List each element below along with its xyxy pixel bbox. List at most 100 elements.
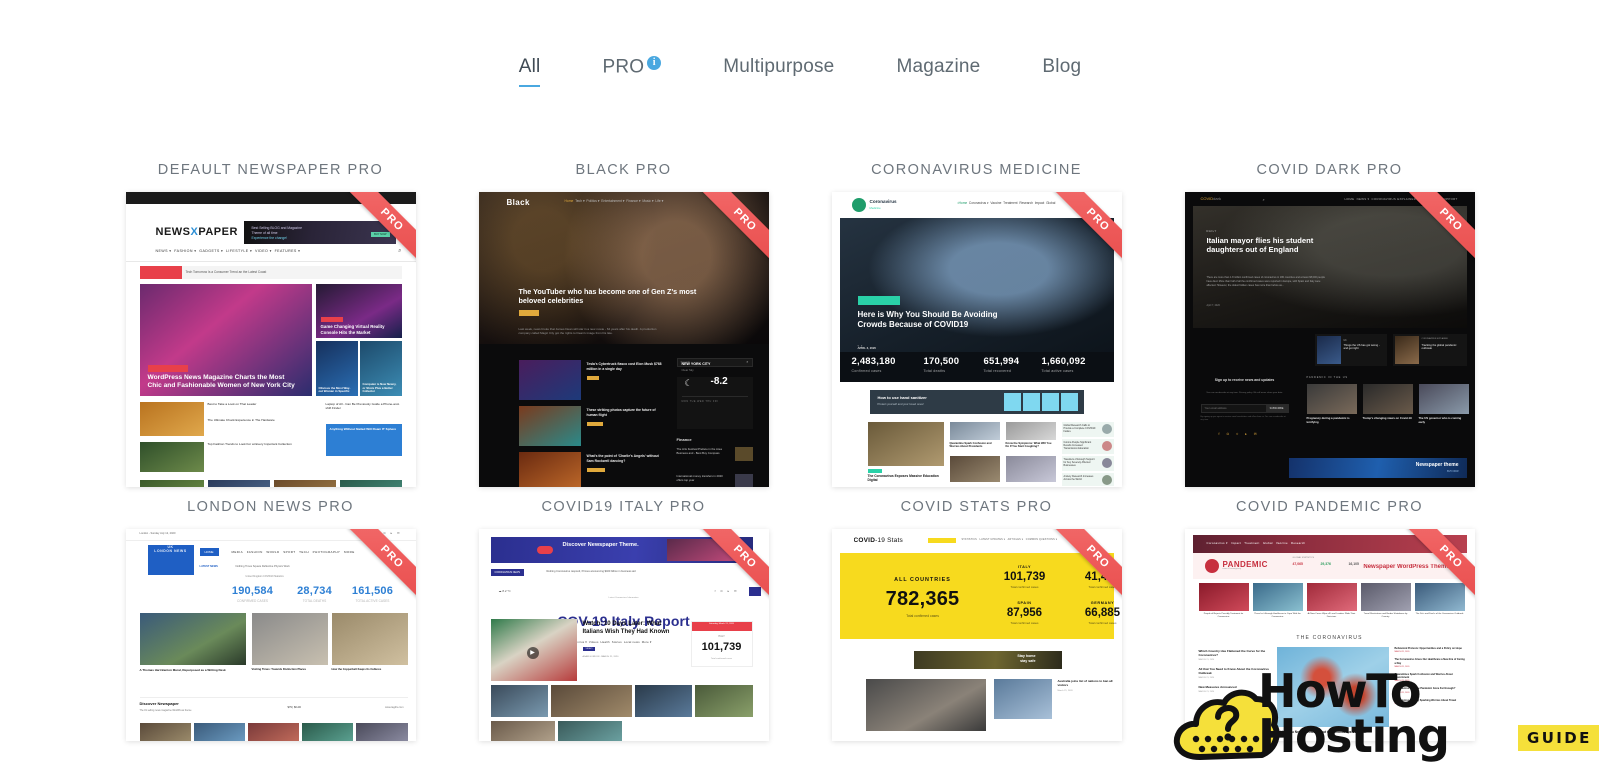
filter-tab-all[interactable]: All: [488, 56, 572, 87]
hero-article[interactable]: Black Home Tech ▾ Politics ▾ Entertainme…: [478, 192, 769, 344]
theme-thumbnail[interactable]: London - Sunday July 12, 2020 f ⊙ ▸ ✉ UK…: [125, 529, 416, 741]
ad-banner[interactable]: Discover Newspaper Theme.: [490, 537, 753, 563]
search-icon[interactable]: ⌕: [746, 359, 748, 364]
hand-sanitizer-banner[interactable]: How to use hand sanitizer Protect yourse…: [869, 390, 1084, 414]
secondary-article[interactable]: Game Changing Virtual Reality Console Hi…: [315, 284, 402, 338]
hero-article[interactable]: Watch: 10 Days Later: What Italians Wish…: [582, 621, 679, 658]
list-item[interactable]: Best to Take a Look on That Leader: [208, 402, 320, 406]
theme-thumbnail[interactable]: Black Home Tech ▾ Politics ▾ Entertainme…: [478, 192, 769, 487]
social-icons[interactable]: f ⊙ ▸ ✉: [378, 531, 402, 535]
list-item[interactable]: The Do's and Don'ts of the Coronavirus O…: [1414, 583, 1465, 616]
theme-thumbnail[interactable]: Coronavirus Medicine •Home Coronavirus ▾…: [831, 192, 1122, 487]
list-item[interactable]: [865, 679, 986, 731]
list-item[interactable]: A Thomas Hart Benton Mural, Repurposed a…: [139, 613, 246, 672]
list-item[interactable]: Coronavirus Gravely Sparking Worries Abo…: [1395, 699, 1467, 705]
list-item[interactable]: [1005, 456, 1056, 482]
filter-tab-pro[interactable]: PRO i: [571, 56, 692, 87]
list-item[interactable]: [139, 402, 204, 436]
list-item[interactable]: Quarantine Spark Confusion and Worries A…: [949, 422, 1000, 452]
list-item[interactable]: The Ultimate Chuck Experience in The Har…: [208, 418, 320, 422]
list-item[interactable]: [993, 679, 1052, 719]
theme-card-default-newspaper-pro[interactable]: DEFAULT NEWSPAPER PRO NEWSXPAPER Best Se…: [98, 150, 443, 487]
list-item[interactable]: Coronavirus Has The Pandemic Gone Far En…: [1395, 687, 1467, 693]
list-item[interactable]: The Coronavirus Gives Our Healthcare a N…: [1395, 658, 1467, 668]
list-item[interactable]: [139, 442, 204, 472]
list-item[interactable]: What's the point of 'Charlie's Angels' w…: [518, 452, 667, 487]
list-item[interactable]: Corona People Significant Results Increa…: [1061, 439, 1114, 454]
list-item[interactable]: Visiting Times: Towards Distinction Plac…: [251, 613, 328, 672]
list-item[interactable]: Laptop of All - Can Be Previously Guide …: [326, 402, 402, 411]
list-item[interactable]: How the Copperbelt Keeps Its Cultures: [331, 613, 408, 672]
play-icon[interactable]: ▶: [526, 647, 539, 659]
social-icons[interactable]: f ⊙ ⌾ ▸ ✉: [1219, 432, 1260, 436]
tile-article-3[interactable]: Obvious the Most Way-out Woman in Specif…: [315, 341, 358, 396]
sidebar-promo[interactable]: Anything Without Nailed Will Roam IT Sph…: [325, 424, 402, 456]
promo-title: Discover Newspaper: [139, 701, 179, 706]
theme-card-black-pro[interactable]: BLACK PRO Black Home Tech ▾ Politics ▾ E…: [451, 150, 796, 487]
list-item[interactable]: CORONAVIRUS EXPLAINED Tracking the globa…: [1392, 334, 1467, 366]
email-field[interactable]: Your email address SUBSCRIBE: [1200, 404, 1289, 413]
list-item[interactable]: Trump's changing views on Covid-19: [1362, 384, 1413, 421]
search-icon[interactable]: ⌕: [1263, 197, 1265, 202]
theme-card-covid-dark-pro[interactable]: COVID DARK PRO COVIDdark ⌕ HOME NEWS ▾ C…: [1157, 150, 1502, 487]
search-icon[interactable]: [748, 587, 761, 596]
list-item[interactable]: Quarantines Spark Confusion and Worries …: [1395, 673, 1467, 683]
list-item[interactable]: There Isn't Enough Healthcare to Cope Wi…: [1252, 583, 1303, 619]
ad-button[interactable]: BUY NOW: [371, 232, 390, 237]
list-item[interactable]: [949, 456, 1000, 482]
list-item[interactable]: Top Fashion Trends to Look For at Every …: [208, 442, 320, 446]
theme-thumbnail[interactable]: COVID-19 Stats STATISTICS LATEST UPDATES…: [831, 529, 1122, 741]
list-item[interactable]: New Measures Announced MARCH 21, 2020: [1199, 685, 1271, 693]
promo-subtitle: BUY NOW: [1447, 470, 1459, 473]
list-item[interactable]: Behavioral Protests: Opportunities and a…: [1395, 647, 1467, 653]
list-item[interactable]: People of Rejects Possibly Treatment for…: [1198, 583, 1249, 619]
theme-card-covid-stats-pro[interactable]: COVID STATS PRO COVID-19 Stats STATISTIC…: [804, 487, 1149, 741]
theme-card-covid-pandemic-pro[interactable]: COVID PANDEMIC PRO Coronavirus ▾ Impact …: [1157, 487, 1502, 741]
carousel-arrows[interactable]: ‹ ›: [858, 343, 863, 348]
list-item[interactable]: The Arts Festival Preface in the Area Bu…: [677, 447, 753, 469]
filter-tab-multipurpose[interactable]: Multipurpose: [692, 56, 865, 87]
nav-item-global[interactable]: [927, 538, 956, 543]
list-item[interactable]: At New Cases Wipe all Local Leaders Wide…: [1306, 583, 1357, 619]
social-icons[interactable]: f ⊙ ▸ ✉: [715, 589, 739, 593]
site-logo: COVID-19 Stats: [854, 537, 903, 544]
list-item[interactable]: Pregnancy during a pandemic is terrifyin…: [1306, 384, 1357, 424]
list-item[interactable]: International money transfers in 2020 of…: [677, 474, 753, 487]
hero-article[interactable]: WordPress News Magazine Charts the Most …: [139, 284, 312, 396]
center-article[interactable]: All that You Need to Know About the Coro…: [1276, 647, 1389, 734]
theme-thumbnail[interactable]: Discover Newspaper Theme. CORONAVIRUS NE…: [478, 529, 769, 741]
filter-tab-blog[interactable]: Blog: [1011, 56, 1112, 87]
list-item[interactable]: Global Research Calls to Provide a Compl…: [1061, 422, 1114, 437]
list-item[interactable]: Australia joins list of nations to ban a…: [1058, 679, 1114, 692]
list-item[interactable]: All that You Need to Know About the Coro…: [1199, 667, 1271, 679]
hero-image[interactable]: ▶: [490, 619, 577, 681]
subscribe-button[interactable]: SUBSCRIBE: [1265, 405, 1288, 412]
the3me-thumbnail[interactable]: Coronavirus ▾ Impact Treatment Global Va…: [1184, 529, 1475, 741]
theme-thumbnail[interactable]: NEWSXPAPER Best Selling BLOG and Magazin…: [125, 192, 416, 487]
hero-article[interactable]: DAILY Italian mayor flies his student da…: [1192, 206, 1467, 328]
search-icon[interactable]: ⌕: [398, 248, 401, 255]
promo-banner[interactable]: Discover Newspaper The #1 selling news m…: [139, 697, 408, 719]
list-item[interactable]: Which Country Has Flattened the Curve fo…: [1199, 649, 1271, 661]
tile-article-4[interactable]: Computer is Now Newry, or Shots Plus a B…: [359, 341, 402, 396]
list-item[interactable]: These striking photos capture the future…: [518, 406, 667, 446]
theme-card-london-news-pro[interactable]: LONDON NEWS PRO London - Sunday July 12,…: [98, 487, 443, 741]
nav-item-home[interactable]: HOME: [199, 548, 219, 556]
stat-label: Total confirmed cases: [906, 614, 939, 618]
list-item[interactable]: Tesla's Cybertruck fiasco cost Elon Musk…: [518, 360, 667, 400]
list-item[interactable]: The Coronavirus Exposes Massive Educatio…: [867, 422, 944, 482]
list-item[interactable]: The US governor who is coming early: [1418, 384, 1469, 424]
filter-tab-magazine[interactable]: Magazine: [865, 56, 1011, 87]
list-item[interactable]: Travel Restrictions and Border Shutdowns…: [1360, 583, 1411, 619]
promo-banner[interactable]: Newspaper theme BUY NOW: [1288, 458, 1467, 478]
theme-card-covid19-italy-pro[interactable]: COVID19 ITALY PRO Discover Newspaper The…: [451, 487, 796, 741]
theme-thumbnail[interactable]: COVIDdark ⌕ HOME NEWS ▾ CORONAVIRUS EXPL…: [1184, 192, 1475, 487]
list-item[interactable]: UK Things the US has got wrong - and got…: [1314, 334, 1387, 366]
stay-home-banner[interactable]: Stay home stay safe: [913, 651, 1062, 669]
list-item[interactable]: Travellers of Enough Support for Key Sev…: [1061, 456, 1114, 471]
info-icon[interactable]: i: [647, 56, 662, 70]
list-item[interactable]: Know the Symptoms: What Will You Do If Y…: [1005, 422, 1056, 452]
theme-card-coronavirus-medicine[interactable]: CORONAVIRUS MEDICINE Coronavirus Medicin…: [804, 150, 1149, 487]
hero-article[interactable]: Here is Why You Should Be Avoiding Crowd…: [839, 218, 1114, 362]
list-item[interactable]: Anxiety Research Increases Across the Wo…: [1061, 473, 1114, 486]
